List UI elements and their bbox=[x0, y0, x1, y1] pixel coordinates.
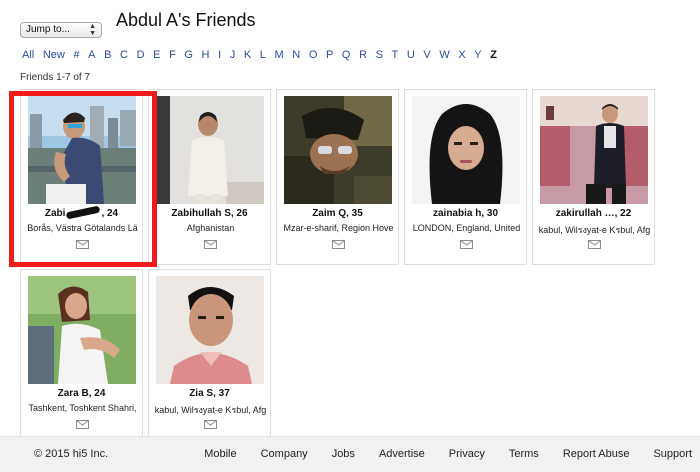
alpha-filter-i[interactable]: I bbox=[218, 49, 221, 61]
friend-location: kabul, Wilรงyat-e Kรbul, Afg bbox=[154, 405, 267, 415]
friend-location: kabul, Wilรงyat-e Kรbul, Afg bbox=[538, 225, 651, 235]
friend-name[interactable]: zakirullah …, 22 bbox=[533, 208, 654, 219]
friend-name[interactable]: zainabia h, 30 bbox=[405, 208, 526, 219]
mail-icon[interactable] bbox=[332, 240, 345, 249]
friend-card[interactable]: Zara B, 24 Tashkent, Toshkent Shahri, bbox=[20, 269, 143, 445]
alpha-filter-j[interactable]: J bbox=[230, 49, 236, 61]
friend-location: Afghanistan bbox=[186, 223, 235, 233]
header: Jump to... ▲ ▼ Abdul A's Friends bbox=[20, 10, 680, 40]
friend-photo[interactable] bbox=[284, 96, 392, 204]
alpha-filter-a[interactable]: A bbox=[88, 49, 95, 61]
friend-card[interactable]: Zia S, 37 kabul, Wilรงyat-e Kรbul, Afg bbox=[148, 269, 271, 445]
friend-location: LONDON, England, United bbox=[412, 223, 521, 233]
alpha-filter-hash[interactable]: # bbox=[73, 49, 79, 61]
alpha-filter-r[interactable]: R bbox=[359, 49, 367, 61]
alpha-filter-f[interactable]: F bbox=[169, 49, 176, 61]
alpha-filter-x[interactable]: X bbox=[458, 49, 465, 61]
footer-link-advertise[interactable]: Advertise bbox=[379, 448, 425, 460]
jump-to-label: Jump to... bbox=[26, 24, 70, 35]
alpha-filter-p[interactable]: P bbox=[326, 49, 333, 61]
friend-photo[interactable] bbox=[412, 96, 520, 204]
alpha-filter-d[interactable]: D bbox=[137, 49, 145, 61]
alpha-filter-h[interactable]: H bbox=[202, 49, 210, 61]
friend-photo[interactable] bbox=[156, 276, 264, 384]
mail-icon[interactable] bbox=[460, 240, 473, 249]
friend-card[interactable]: zakirullah …, 22 kabul, Wilรงyat-e Kรbul… bbox=[532, 89, 655, 265]
redaction-mark bbox=[66, 205, 101, 220]
alpha-filter-k[interactable]: K bbox=[244, 49, 251, 61]
footer-link-support[interactable]: Support bbox=[653, 448, 692, 460]
alpha-filter-c[interactable]: C bbox=[120, 49, 128, 61]
alpha-filter-b[interactable]: B bbox=[104, 49, 111, 61]
alpha-filter-w[interactable]: W bbox=[439, 49, 449, 61]
friend-location: Tashkent, Toshkent Shahri, bbox=[28, 403, 137, 413]
friend-card[interactable]: Zabi, 24 Borås, Västra Götalands Lä bbox=[20, 89, 143, 265]
friend-name[interactable]: Zara B, 24 bbox=[21, 388, 142, 399]
jump-to-select[interactable]: Jump to... ▲ ▼ bbox=[20, 22, 102, 38]
mail-icon[interactable] bbox=[204, 420, 217, 429]
alpha-filter-t[interactable]: T bbox=[392, 49, 399, 61]
friend-name[interactable]: Zaim Q, 35 bbox=[277, 208, 398, 219]
friend-card[interactable]: Zabihullah S, 26 Afghanistan bbox=[148, 89, 271, 265]
footer: © 2015 hi5 Inc. Mobile Company Jobs Adverti… bbox=[0, 436, 700, 472]
friend-photo[interactable] bbox=[540, 96, 648, 204]
alpha-filter-z[interactable]: Z bbox=[490, 49, 497, 61]
alpha-filter-e[interactable]: E bbox=[153, 49, 160, 61]
alpha-filter-s[interactable]: S bbox=[376, 49, 383, 61]
friend-card[interactable]: Zaim Q, 35 Mzar-e-sharif, Region Hove bbox=[276, 89, 399, 265]
mail-icon[interactable] bbox=[204, 240, 217, 249]
friends-count: Friends 1-7 of 7 bbox=[20, 72, 91, 83]
mail-icon[interactable] bbox=[76, 420, 89, 429]
footer-link-privacy[interactable]: Privacy bbox=[449, 448, 485, 460]
alpha-filter-y[interactable]: Y bbox=[474, 49, 481, 61]
alpha-filter-g[interactable]: G bbox=[184, 49, 193, 61]
footer-link-company[interactable]: Company bbox=[261, 448, 308, 460]
friend-name[interactable]: Zia S, 37 bbox=[149, 388, 270, 399]
friend-photo[interactable] bbox=[156, 96, 264, 204]
copyright: © 2015 hi5 Inc. bbox=[34, 448, 109, 460]
chevron-updown-icon: ▲ ▼ bbox=[89, 23, 96, 37]
friend-photo[interactable] bbox=[28, 276, 136, 384]
alpha-filter-o[interactable]: O bbox=[309, 49, 318, 61]
footer-links: Mobile Company Jobs Advertise Privacy Terms Re… bbox=[180, 448, 692, 460]
alpha-filter-v[interactable]: V bbox=[423, 49, 430, 61]
mail-icon[interactable] bbox=[76, 240, 89, 249]
alpha-filter-u[interactable]: U bbox=[407, 49, 415, 61]
friend-card[interactable]: zainabia h, 30 LONDON, England, United bbox=[404, 89, 527, 265]
alpha-filter-all[interactable]: All bbox=[22, 49, 34, 61]
alpha-filter-l[interactable]: L bbox=[260, 49, 266, 61]
page-title: Abdul A's Friends bbox=[116, 10, 256, 30]
alpha-filter-new[interactable]: New bbox=[43, 49, 65, 61]
friend-location: Mzar-e-sharif, Region Hove bbox=[283, 223, 394, 233]
friend-name[interactable]: Zabihullah S, 26 bbox=[149, 208, 270, 219]
footer-link-report-abuse[interactable]: Report Abuse bbox=[563, 448, 630, 460]
footer-link-mobile[interactable]: Mobile bbox=[204, 448, 236, 460]
alpha-filter-m[interactable]: M bbox=[275, 49, 284, 61]
alphabet-filter: All New # A B C D E F G H I J K L M N O P Q R S T U V W X Y Z bbox=[22, 49, 506, 61]
alpha-filter-n[interactable]: N bbox=[292, 49, 300, 61]
footer-link-jobs[interactable]: Jobs bbox=[332, 448, 355, 460]
friend-photo[interactable] bbox=[28, 96, 136, 204]
mail-icon[interactable] bbox=[588, 240, 601, 249]
friend-name[interactable]: Zabi, 24 bbox=[21, 205, 142, 220]
alpha-filter-q[interactable]: Q bbox=[342, 49, 351, 61]
friend-location: Borås, Västra Götalands Lä bbox=[27, 223, 138, 233]
footer-link-terms[interactable]: Terms bbox=[509, 448, 539, 460]
